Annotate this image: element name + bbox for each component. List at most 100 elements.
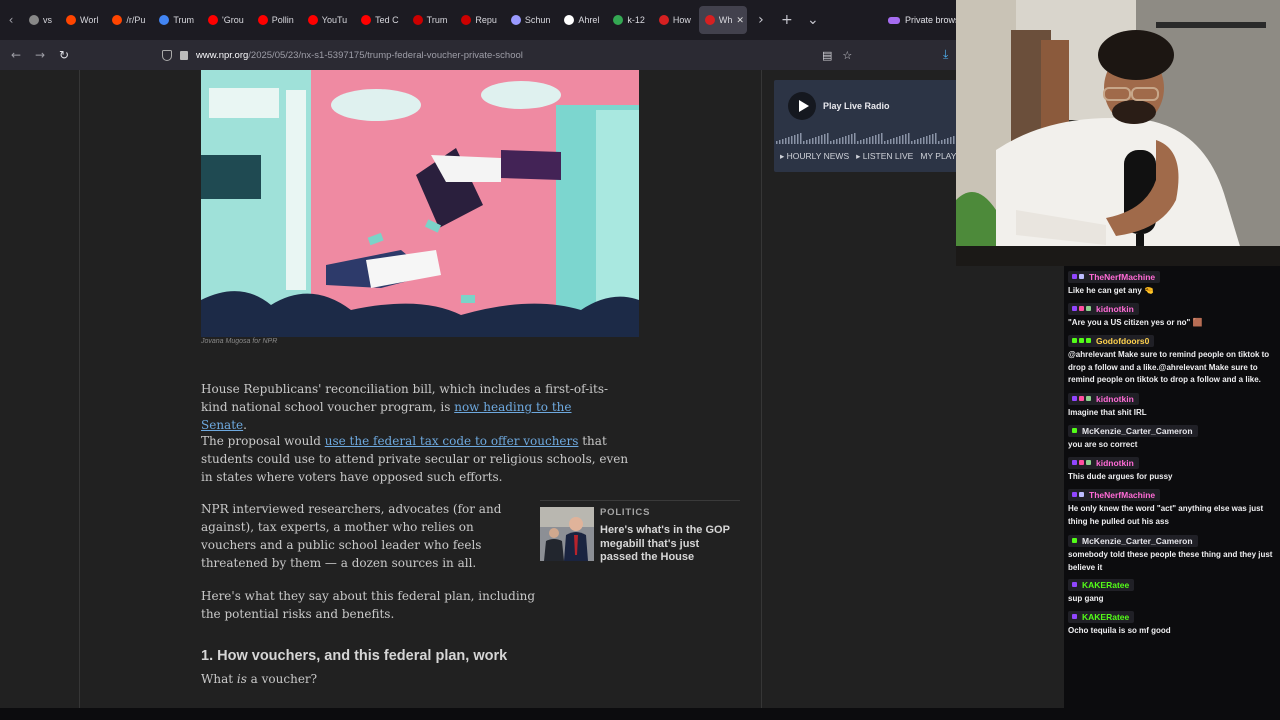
player-link[interactable]: ▸ LISTEN LIVE: [856, 151, 913, 162]
browser-tab[interactable]: YouTu: [302, 6, 353, 34]
waveform-bar: [935, 133, 937, 144]
chat-username-tag[interactable]: TheNerfMachine: [1068, 270, 1161, 283]
chat-message-text: @ahrelevant Make sure to remind people o…: [1068, 350, 1270, 384]
forward-arrow-icon[interactable]: →: [28, 48, 52, 62]
waveform-bar: [833, 140, 835, 144]
waveform-bar: [788, 137, 790, 144]
list-all-tabs-chevron-icon[interactable]: ⌄: [800, 12, 826, 28]
chat-username-tag[interactable]: kidnotkin: [1068, 302, 1139, 315]
waveform-bar: [809, 139, 811, 144]
chat-message-text: you are so correct: [1068, 440, 1138, 449]
chat-username-tag[interactable]: McKenzie_Carter_Cameron: [1068, 424, 1198, 437]
chat-username-tag[interactable]: KAKERatee: [1068, 610, 1135, 623]
tab-scroll-right-icon[interactable]: ›: [748, 12, 774, 28]
reader-view-icon[interactable]: ▤: [822, 49, 832, 62]
federal-tax-code-vouchers-link[interactable]: use the federal tax code to offer vouche…: [325, 434, 579, 448]
browser-tab[interactable]: Trum: [153, 6, 200, 34]
image-caption: Jovana Mugosa for NPR: [201, 338, 278, 345]
browser-tab[interactable]: Ahrel: [558, 6, 605, 34]
waveform-bar: [836, 139, 838, 144]
chat-username[interactable]: kidnotkin: [1096, 304, 1134, 314]
chat-message-text: This dude argues for pussy: [1068, 472, 1173, 481]
new-tab-plus-icon[interactable]: +: [774, 12, 800, 28]
player-links: ▸ HOURLY NEWS ▸ LISTEN LIVE MY PLAYL: [780, 151, 960, 162]
tab-bar: ‹ vs Worl/r/Pu Trum 'Grou Pollin YouTu Ted C Tr…: [0, 0, 1064, 40]
browser-tab[interactable]: k-12: [607, 6, 651, 34]
browser-tab[interactable]: Schun: [505, 6, 557, 34]
waveform-bar: [794, 135, 796, 144]
close-tab-icon[interactable]: ✕: [736, 15, 744, 26]
browser-tab[interactable]: Ted C: [355, 6, 405, 34]
chat-username-tag[interactable]: TheNerfMachine: [1068, 488, 1161, 501]
browser-tab[interactable]: Trum: [407, 6, 454, 34]
browser-tab[interactable]: How: [653, 6, 697, 34]
play-live-radio-label[interactable]: Play Live Radio: [823, 101, 890, 111]
chat-username-tag[interactable]: KAKERatee: [1068, 578, 1135, 591]
reload-icon[interactable]: ↻: [52, 48, 76, 62]
chat-message: TheNerfMachine He only knew the word "act…: [1068, 484, 1280, 528]
waveform-bar: [845, 136, 847, 144]
chat-username[interactable]: kidnotkin: [1096, 458, 1134, 468]
chat-username[interactable]: McKenzie_Carter_Cameron: [1082, 426, 1193, 436]
tab-scroll-left-icon[interactable]: ‹: [0, 13, 22, 27]
waveform-bar: [890, 139, 892, 144]
bookmark-star-icon[interactable]: ☆: [842, 49, 852, 62]
browser-tab[interactable]: vs: [23, 6, 58, 34]
browser-tab[interactable]: Repu: [455, 6, 503, 34]
browser-tab[interactable]: Wh ✕: [698, 6, 747, 34]
youtube-icon: [361, 15, 372, 25]
waveform-bar: [887, 140, 889, 144]
chat-username[interactable]: TheNerfMachine: [1089, 490, 1155, 500]
chat-badge-icon: [1079, 338, 1084, 343]
browser-tab[interactable]: 'Grou: [202, 6, 250, 34]
tab-label: How: [672, 15, 691, 25]
padlock-icon[interactable]: [180, 50, 188, 60]
youtube-icon: [307, 15, 318, 25]
player-link[interactable]: MY PLAYL: [920, 151, 960, 162]
chat-username-tag[interactable]: Godofdoors0: [1068, 334, 1155, 347]
browser-tab[interactable]: Worl: [60, 6, 104, 34]
chat-username[interactable]: TheNerfMachine: [1089, 272, 1155, 282]
waveform-bar: [902, 135, 904, 144]
waveform-bar: [821, 135, 823, 144]
article-paragraph-2: The proposal would use the federal tax c…: [201, 432, 641, 486]
tracking-protection-shield-icon[interactable]: [162, 49, 172, 61]
address-bar-actions: ▤ ☆: [822, 49, 852, 62]
chat-username-tag[interactable]: kidnotkin: [1068, 392, 1139, 405]
chat-username[interactable]: KAKERatee: [1082, 612, 1129, 622]
waveform-bar: [827, 133, 829, 144]
address-bar[interactable]: www.npr.org/2025/05/23/nx-s1-5397175/tru…: [156, 43, 862, 67]
waveform-bar: [917, 139, 919, 144]
waveform-bar: [824, 134, 826, 144]
play-button-icon[interactable]: [788, 92, 816, 120]
article-paragraph-4: Here's what they say about this federal …: [201, 589, 536, 621]
chat-username[interactable]: Godofdoors0: [1096, 336, 1149, 346]
chat-message: TheNerfMachine Like he can get any 🤏: [1068, 266, 1280, 298]
waveform-bar: [815, 137, 817, 144]
waveform-bar: [920, 138, 922, 144]
chat-message: kidnotkin Imagine that shit IRL: [1068, 388, 1280, 420]
browser-tab[interactable]: Pollin: [252, 6, 300, 34]
chat-badge-icon: [1086, 396, 1091, 401]
waveform-bar: [860, 140, 862, 144]
chat-username-tag[interactable]: McKenzie_Carter_Cameron: [1068, 534, 1198, 547]
chat-badge-icon: [1079, 460, 1084, 465]
chat-badge-icon: [1072, 614, 1077, 619]
waveform-bar: [857, 141, 859, 144]
chat-message: kidnotkin "Are you a US citizen yes or no…: [1068, 298, 1280, 330]
npr-icon: [658, 15, 669, 25]
chat-username[interactable]: kidnotkin: [1096, 394, 1134, 404]
browser-tab[interactable]: /r/Pu: [106, 6, 151, 34]
related-story-title[interactable]: Here's what's in the GOP megabill that's…: [600, 524, 740, 565]
chat-username[interactable]: McKenzie_Carter_Cameron: [1082, 536, 1193, 546]
chat-username[interactable]: KAKERatee: [1082, 580, 1129, 590]
p2-text-start: The proposal would: [201, 434, 325, 448]
chat-username-tag[interactable]: kidnotkin: [1068, 456, 1139, 469]
tab-label: YouTu: [321, 15, 348, 25]
related-story-thumbnail[interactable]: [540, 507, 594, 561]
player-link[interactable]: ▸ HOURLY NEWS: [780, 151, 849, 162]
page-viewport[interactable]: Jovana Mugosa for NPR House Republicans'…: [0, 70, 1064, 708]
waveform-bar: [914, 140, 916, 144]
back-arrow-icon[interactable]: ←: [4, 48, 28, 62]
download-arrow-icon[interactable]: ⤓: [943, 47, 948, 62]
